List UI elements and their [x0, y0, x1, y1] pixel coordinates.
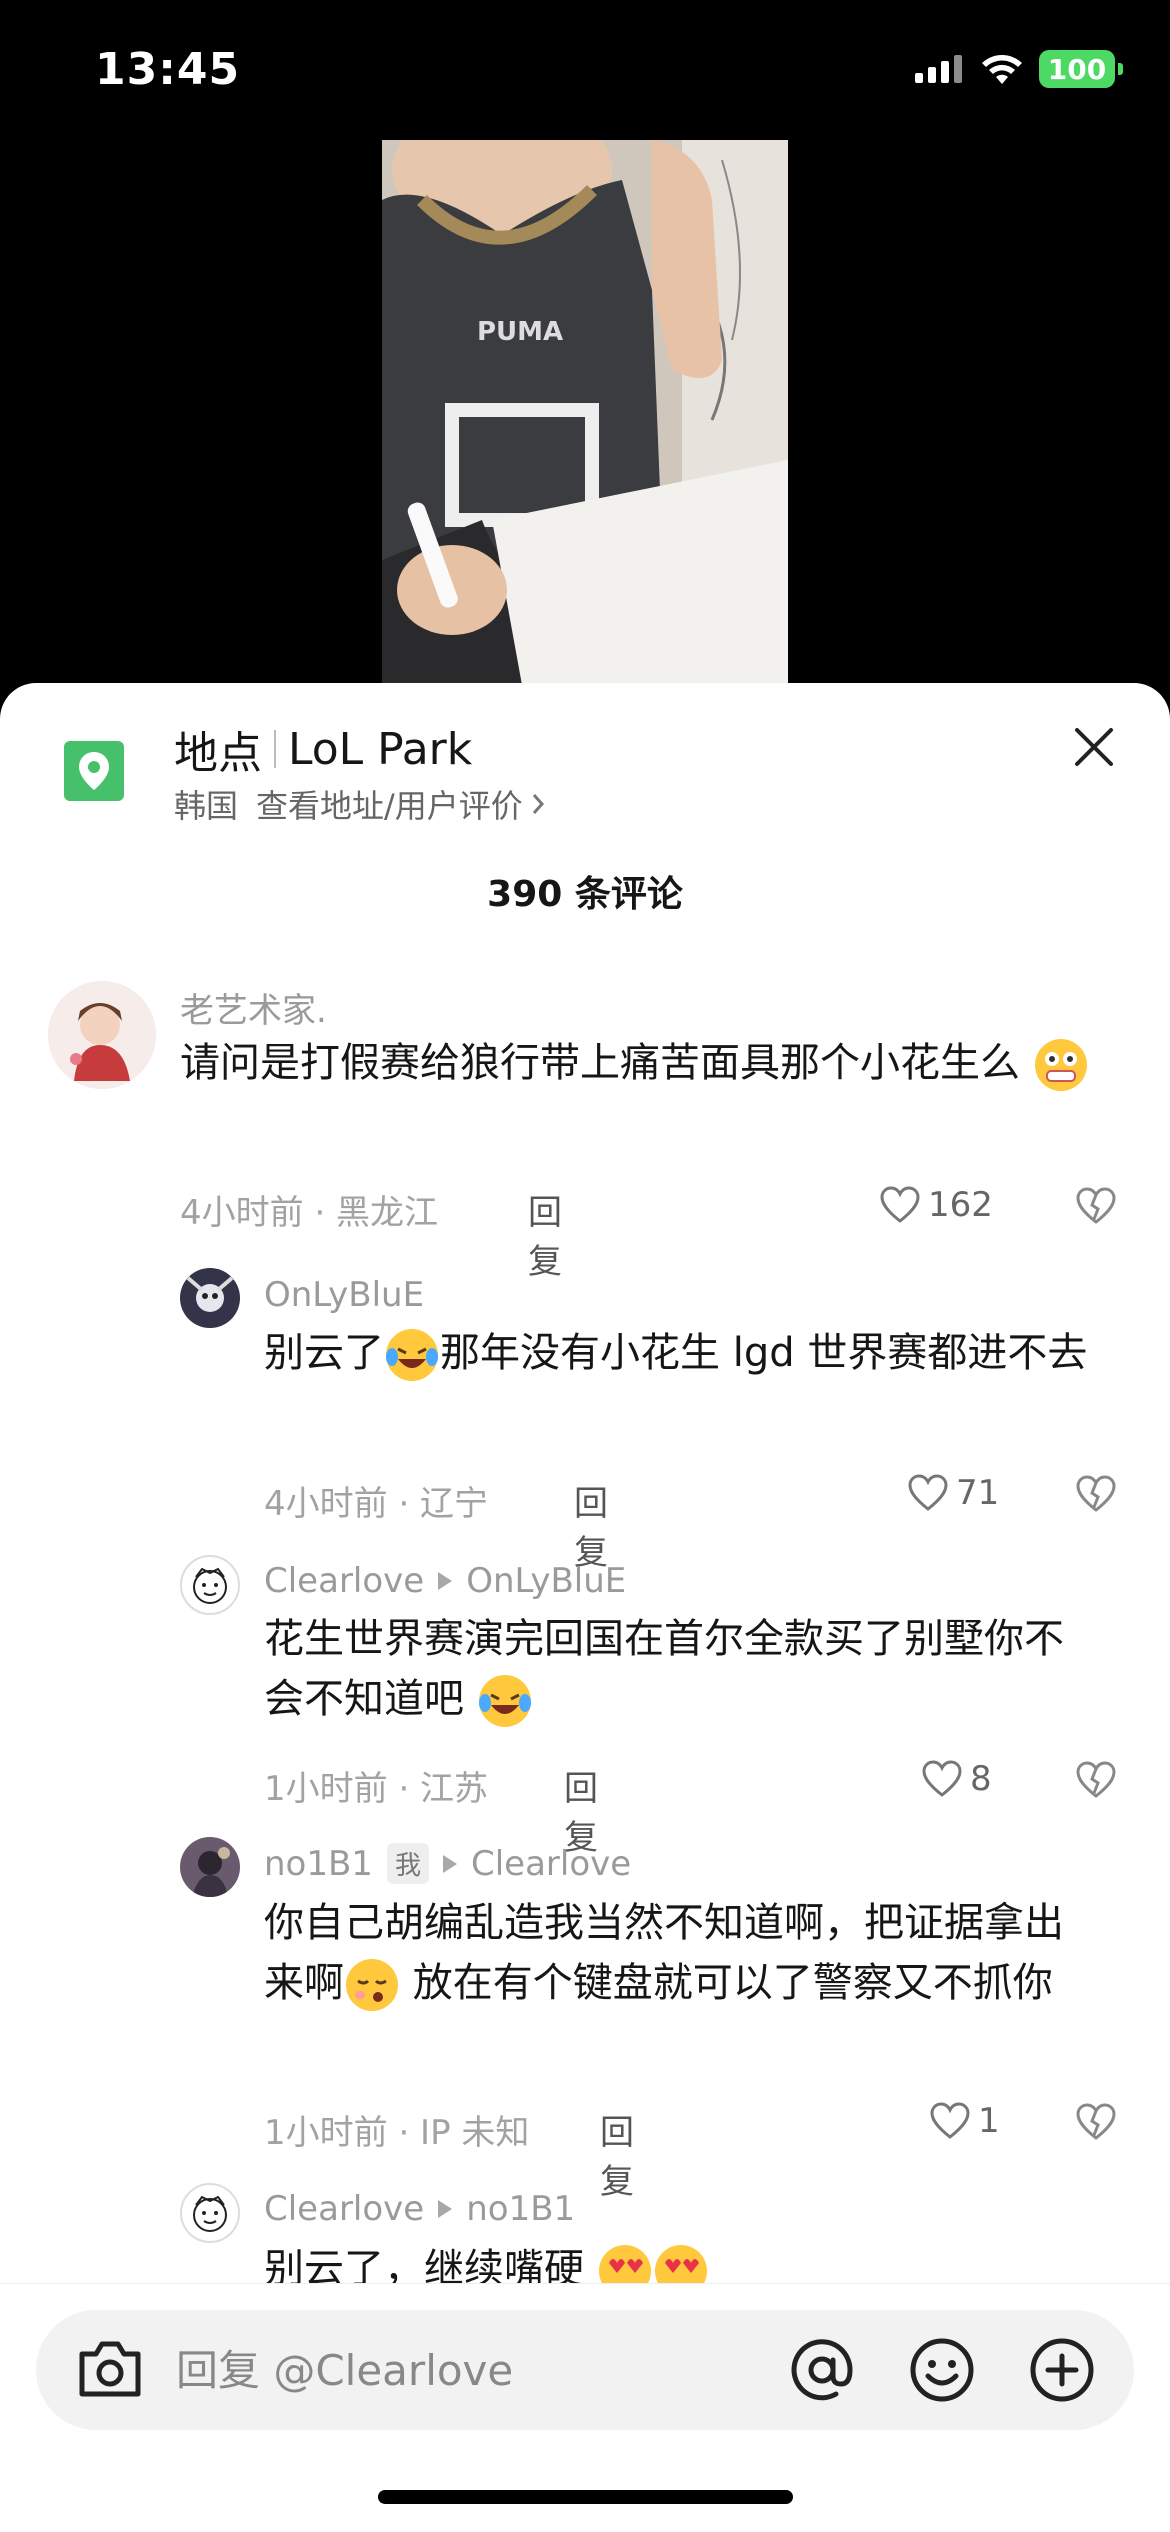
like-button[interactable]: 162	[880, 1185, 993, 1225]
broken-heart-icon	[1076, 1187, 1116, 1224]
reply-to-username[interactable]: OnLyBluE	[466, 1561, 626, 1601]
heart-outline-icon	[880, 1186, 920, 1223]
broken-heart-icon	[1076, 2103, 1116, 2140]
comment-username-line: Clearlove no1B1	[264, 2189, 575, 2229]
comment-text-content: 请问是打假赛给狼行带上痛苦面具那个小花生么	[180, 1040, 1020, 1086]
dislike-button[interactable]	[1076, 1475, 1116, 1517]
like-count: 162	[928, 1185, 993, 1225]
comment-text-part: 放在有个键盘就可以了警察又不抓你	[400, 1960, 1053, 2006]
like-button[interactable]: 71	[908, 1473, 999, 1513]
dislike-button[interactable]	[1076, 1187, 1116, 1229]
reply-arrow-icon	[438, 1572, 453, 1590]
like-count: 8	[970, 1759, 992, 1799]
sleepy-face-emoji-icon	[346, 1959, 398, 2011]
location-title[interactable]: 地点 LoL Park	[174, 717, 472, 781]
comment-time-location: 4小时前 · 辽宁	[264, 1484, 489, 1524]
plus-circle-icon[interactable]	[1028, 2336, 1096, 2404]
reply-to-username[interactable]: no1B1	[466, 2189, 575, 2229]
reply-to-username[interactable]: Clearlove	[471, 1844, 631, 1884]
location-label: 地点	[174, 728, 262, 779]
avatar[interactable]	[48, 981, 156, 1089]
close-button[interactable]	[1066, 719, 1122, 775]
location-pin-icon	[64, 741, 124, 801]
svg-text:PUMA: PUMA	[477, 317, 563, 347]
home-indicator[interactable]	[378, 2490, 793, 2504]
reply-input-container	[36, 2310, 1134, 2430]
status-indicators: 100	[913, 50, 1123, 88]
comment-text-part: 别云了	[264, 1330, 384, 1376]
comment-time-location: 4小时前 · 黑龙江	[180, 1193, 439, 1233]
status-time: 13:45	[95, 44, 241, 95]
comment-count: 390 条评论	[487, 874, 683, 915]
comment-username[interactable]: 老艺术家.	[180, 983, 327, 1032]
comment-text-content: 花生世界赛演完回国在首尔全款买了别墅你不会不知道吧	[264, 1616, 1064, 1722]
dislike-button[interactable]	[1076, 1761, 1116, 1803]
like-button[interactable]: 1	[930, 2101, 1000, 2141]
at-icon[interactable]	[788, 2336, 856, 2404]
battery-indicator: 100	[1039, 50, 1123, 88]
comment-username-line: no1B1 我 Clearlove	[264, 1843, 631, 1884]
chevron-right-icon	[532, 794, 544, 814]
comment-username[interactable]: no1B1	[264, 1844, 373, 1884]
broken-heart-icon	[1076, 1761, 1116, 1798]
reply-arrow-icon	[438, 2200, 453, 2218]
laughing-tears-emoji-icon	[386, 1329, 438, 1381]
close-icon	[1075, 728, 1113, 766]
heart-outline-icon	[922, 1760, 962, 1797]
wifi-icon	[982, 55, 1022, 84]
comment-text: 别云了 那年没有小花生 lgd 世界赛都进不去	[264, 1323, 1094, 1383]
like-count: 1	[978, 2101, 1000, 2141]
reply-input[interactable]	[176, 2340, 756, 2400]
reply-input-bar	[0, 2283, 1170, 2532]
comment-text: 你自己胡编乱造我当然不知道啊，把证据拿出来啊 放在有个键盘就可以了警察又不抓你	[264, 1893, 1094, 2013]
location-subtitle[interactable]: 韩国 查看地址/用户评价	[174, 781, 545, 827]
location-details-link[interactable]: 查看地址/用户评价	[256, 781, 523, 827]
comment-username[interactable]: OnLyBluE	[264, 1275, 424, 1315]
broken-heart-icon	[1076, 1475, 1116, 1512]
comment-time-location: 1小时前 · IP 未知	[264, 2113, 530, 2153]
avatar[interactable]	[180, 1268, 240, 1328]
comments-sheet: 地点 LoL Park 韩国 查看地址/用户评价 390 条评论 老艺术家. 请	[0, 683, 1170, 2532]
video-preview[interactable]: PUMA	[382, 140, 788, 685]
cellular-signal-icon	[915, 55, 962, 83]
location-country: 韩国	[174, 787, 239, 825]
comment-text: 花生世界赛演完回国在首尔全款买了别墅你不会不知道吧	[264, 1609, 1094, 1729]
reply-button[interactable]: 回复	[600, 2105, 634, 2203]
avatar[interactable]	[180, 2183, 240, 2243]
laughing-tears-emoji-icon	[478, 1675, 531, 1727]
heart-outline-icon	[930, 2102, 970, 2139]
comment-time-location: 1小时前 · 江苏	[264, 1769, 489, 1809]
me-badge: 我	[386, 1843, 429, 1884]
comment-text: 请问是打假赛给狼行带上痛苦面具那个小花生么	[180, 1033, 1100, 1093]
reply-arrow-icon	[442, 1854, 457, 1873]
like-count: 71	[956, 1473, 1000, 1513]
camera-icon[interactable]	[76, 2338, 144, 2400]
location-divider	[274, 730, 276, 768]
comment-username-line: Clearlove OnLyBluE	[264, 1561, 626, 1601]
location-name: LoL Park	[288, 723, 473, 775]
comment-username[interactable]: Clearlove	[264, 1561, 424, 1601]
video-frame: PUMA	[382, 140, 788, 685]
status-bar: 13:45 100	[0, 0, 1170, 140]
dislike-button[interactable]	[1076, 2103, 1116, 2145]
grimace-emoji-icon	[1034, 1039, 1087, 1091]
like-button[interactable]: 8	[922, 1759, 992, 1799]
smiley-icon[interactable]	[908, 2336, 976, 2404]
avatar[interactable]	[180, 1555, 240, 1615]
heart-outline-icon	[908, 1474, 948, 1511]
comment-text-part: 那年没有小花生 lgd 世界赛都进不去	[440, 1330, 1088, 1376]
reply-button[interactable]: 回复	[574, 1476, 608, 1574]
avatar[interactable]	[180, 1837, 240, 1897]
reply-button[interactable]: 回复	[528, 1185, 562, 1283]
comment-username[interactable]: Clearlove	[264, 2189, 424, 2229]
